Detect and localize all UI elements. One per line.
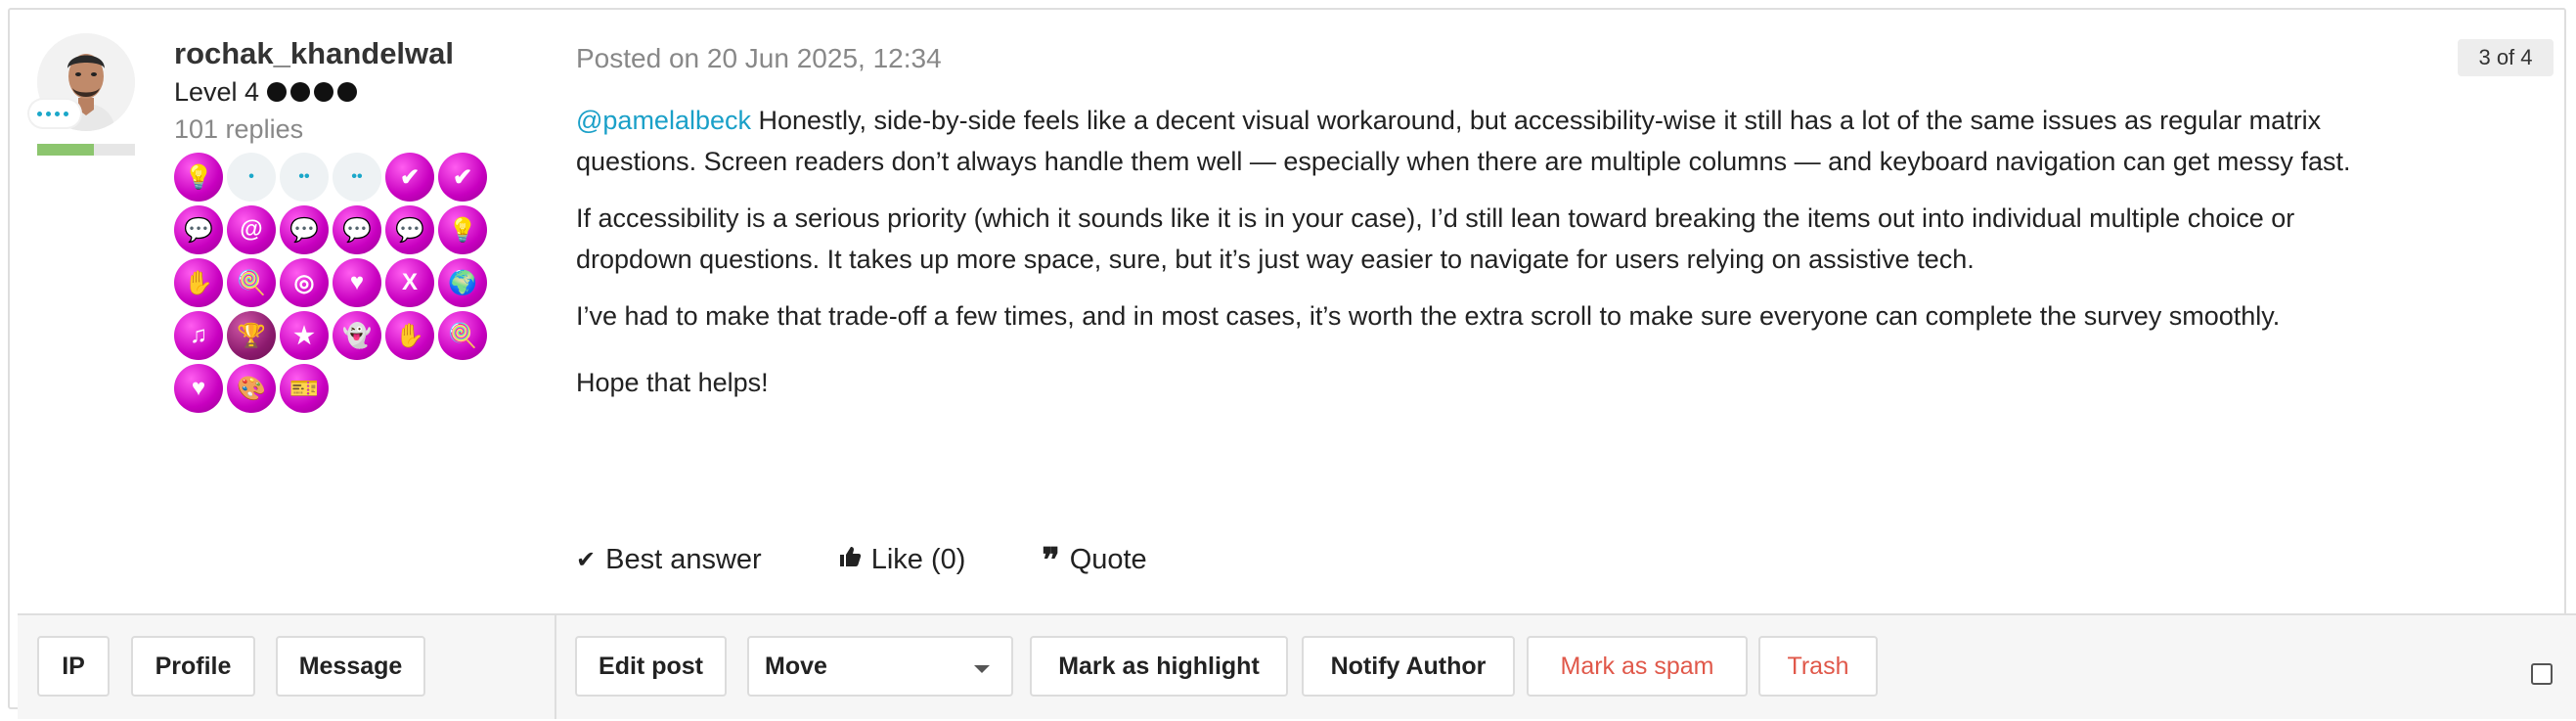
post-paragraph: If accessibility is a serious priority (…: [576, 203, 2295, 274]
post-body: @pamelalbeck Honestly, side-by-side feel…: [576, 100, 2415, 419]
check-badge-icon[interactable]: ✔: [438, 153, 487, 202]
notify-author-button[interactable]: Notify Author: [1302, 636, 1515, 697]
post-paragraph: I’ve had to make that trade-off a few ti…: [576, 301, 2281, 331]
post-paragraph: Hope that helps!: [576, 368, 769, 397]
chevron-down-icon: [974, 665, 990, 673]
ticket-badge-icon[interactable]: 🎫: [280, 364, 329, 413]
star-badge-icon[interactable]: ★: [280, 311, 329, 360]
online-status-icon: [29, 100, 80, 127]
heart-badge-icon[interactable]: ♥: [174, 364, 223, 413]
like-button[interactable]: Like (0): [838, 544, 966, 576]
globe-badge-icon[interactable]: 🌍: [438, 258, 487, 307]
ip-button[interactable]: IP: [37, 636, 110, 697]
user-mention-link[interactable]: @pamelalbeck: [576, 106, 751, 135]
thumbs-up-icon: [838, 545, 862, 575]
level-label: Level 4: [174, 77, 260, 107]
music-badge-icon[interactable]: ♫: [174, 311, 223, 360]
mark-highlight-button[interactable]: Mark as highlight: [1030, 636, 1288, 697]
post-date: Posted on 20 Jun 2025, 12:34: [576, 43, 942, 73]
best-answer-label: Best answer: [605, 544, 762, 575]
trash-button[interactable]: Trash: [1758, 636, 1878, 697]
target-badge-icon[interactable]: ◎: [280, 258, 329, 307]
rank-progress-bar: [37, 144, 135, 156]
check-icon: ✔: [576, 547, 597, 573]
message-button[interactable]: Message: [276, 636, 425, 697]
dots-badge-icon[interactable]: ••: [280, 153, 329, 202]
profile-button[interactable]: Profile: [131, 636, 255, 697]
candy-badge-icon[interactable]: 🍭: [438, 311, 487, 360]
hands-badge-icon[interactable]: ✋: [385, 311, 434, 360]
lightbulb-badge-icon[interactable]: 💡: [174, 153, 223, 202]
x-badge-icon[interactable]: X: [385, 258, 434, 307]
moderation-toolbar: IP Profile Message Edit post Move Mark a…: [18, 613, 2576, 719]
rank-progress-fill: [37, 144, 94, 156]
like-label: Like (0): [870, 544, 966, 575]
author-level: Level 4: [174, 72, 454, 112]
chat-badge-icon[interactable]: 💬: [280, 205, 329, 254]
paragraph-text: Honestly, side-by-side feels like a dece…: [576, 106, 2351, 176]
hands-badge-icon[interactable]: ✋: [174, 258, 223, 307]
chat-badge-icon[interactable]: 💬: [174, 205, 223, 254]
post-counter: 3 of 4: [2458, 39, 2554, 76]
lightbulb-badge-icon[interactable]: 💡: [438, 205, 487, 254]
quote-button[interactable]: ❞ Quote: [1042, 541, 1147, 579]
heart-badge-icon[interactable]: ♥: [333, 258, 381, 307]
chat-badge-icon[interactable]: 💬: [385, 205, 434, 254]
ghost-badge-icon[interactable]: 👻: [333, 311, 381, 360]
mark-spam-button[interactable]: Mark as spam: [1527, 636, 1748, 697]
badge-grid: 💡 • •• •• ✔ ✔ 💬 @ 💬 💬 💬 💡 ✋ 🍭 ◎ ♥ X 🌍 ♫ 🏆 ★ 👻 ✋ 🍭 ♥ 🎨 🎫: [174, 153, 487, 413]
dots-badge-icon[interactable]: ••: [333, 153, 381, 202]
toolbar-divider: [555, 615, 556, 719]
candy-badge-icon[interactable]: 🍭: [227, 258, 276, 307]
move-select-value: Move: [765, 652, 827, 680]
post-actions: ✔ Best answer Like (0) ❞ Quote: [576, 541, 1147, 579]
best-answer-button[interactable]: ✔ Best answer: [576, 544, 762, 576]
trophy-badge-icon[interactable]: 🏆: [227, 311, 276, 360]
post-paragraph: @pamelalbeck Honestly, side-by-side feel…: [576, 100, 2415, 182]
move-select[interactable]: Move: [747, 636, 1013, 697]
chat-badge-icon[interactable]: 💬: [333, 205, 381, 254]
edit-post-button[interactable]: Edit post: [575, 636, 727, 697]
quote-icon: ❞: [1042, 541, 1060, 579]
author-replies: 101 replies: [174, 114, 304, 144]
palette-badge-icon[interactable]: 🎨: [227, 364, 276, 413]
forum-post: rochak_khandelwal Level 4 101 replies 💡 •…: [8, 8, 2576, 719]
quote-label: Quote: [1069, 544, 1147, 575]
level-dots-icon: [267, 82, 358, 102]
at-badge-icon[interactable]: @: [227, 205, 276, 254]
author-username[interactable]: rochak_khandelwal: [174, 35, 454, 72]
select-post-checkbox[interactable]: [2531, 663, 2553, 685]
author-info: rochak_khandelwal Level 4 101 replies: [174, 35, 454, 147]
dot-badge-icon[interactable]: •: [227, 153, 276, 202]
check-badge-icon[interactable]: ✔: [385, 153, 434, 202]
